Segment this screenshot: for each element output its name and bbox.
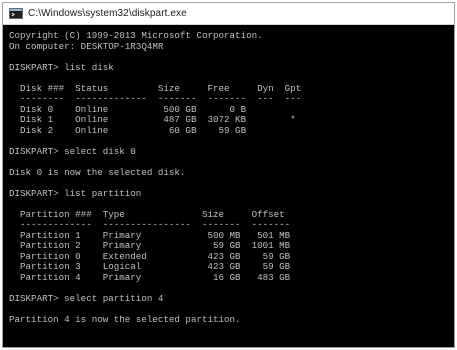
console-line: Partition 3 Logical 423 GB 59 GB: [9, 261, 291, 272]
title-bar[interactable]: C:\Windows\system32\diskpart.exe: [3, 3, 454, 25]
console-line: Disk 0 is now the selected disk.: [9, 166, 186, 178]
console-line: On computer: DESKTOP-1R3Q4MR: [9, 40, 164, 52]
console-line: Partition 4 is now the selected partitio…: [9, 313, 241, 325]
console-line: DISKPART> select partition 4: [9, 292, 164, 304]
console-line: Partition 4 Primary 16 GB 483 GB: [9, 271, 291, 283]
console-line: Disk 2 Online 60 GB 59 GB: [9, 124, 247, 136]
console-line: Disk 1 Online 487 GB 3072 KB *: [9, 114, 296, 125]
console-app-icon: [9, 8, 23, 19]
console-output[interactable]: Copyright (C) 1999-2013 Microsoft Corpor…: [3, 25, 454, 347]
console-line: DISKPART> list partition: [9, 187, 142, 199]
diskpart-window: C:\Windows\system32\diskpart.exe Copyrig…: [2, 2, 455, 348]
console-line: DISKPART> list disk: [9, 61, 114, 73]
window-title: C:\Windows\system32\diskpart.exe: [28, 8, 187, 19]
console-line: Partition 2 Primary 59 GB 1001 MB: [9, 240, 291, 251]
console-line: -------- ------------- ------- ------- -…: [9, 93, 302, 104]
console-line: DISKPART> select disk 0: [9, 145, 136, 157]
console-line: Copyright (C) 1999-2013 Microsoft Corpor…: [9, 30, 263, 41]
console-line: ------------- ---------------- ------- -…: [9, 219, 291, 230]
